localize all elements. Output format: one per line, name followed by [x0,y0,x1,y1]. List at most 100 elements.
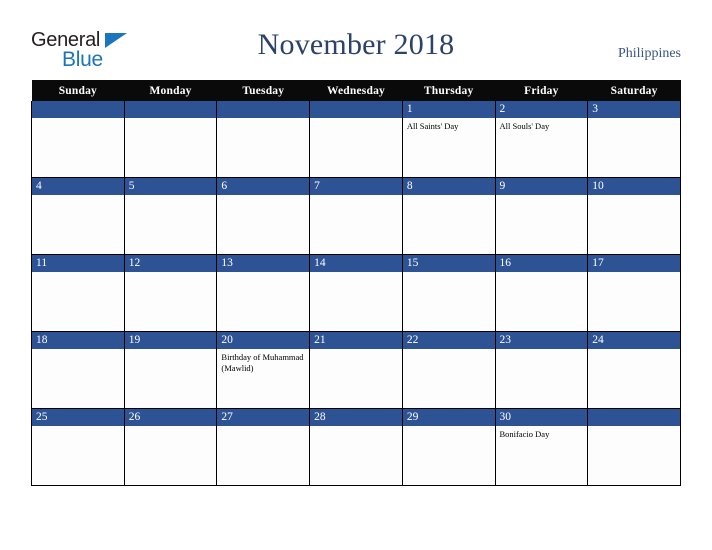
day-events [125,426,217,429]
day-number: 13 [217,255,310,272]
calendar-day-cell[interactable]: 8 [401,177,496,255]
day-number: 24 [588,332,680,349]
day-number: 9 [495,178,588,195]
day-number: 10 [588,178,680,195]
calendar-day-cell[interactable]: 23 [494,331,589,409]
calendar-week-row: 1 All Saints' Day 2 All Souls' Day 3 [31,101,681,178]
calendar-body: 1 All Saints' Day 2 All Souls' Day 3 4 5 6 7 8 9 10… [31,101,681,486]
calendar-day-cell[interactable]: 10 [587,177,681,255]
page-title: November 2018 [257,28,455,61]
day-number: 6 [217,178,310,195]
day-events [125,272,217,275]
calendar-day-cell[interactable]: 3 [587,101,681,178]
calendar-day-cell[interactable]: 13 [216,254,311,332]
day-number: 8 [402,178,495,195]
day-number: 21 [310,332,402,349]
calendar-day-cell[interactable]: 9 [494,177,589,255]
calendar-day-cell[interactable]: 21 [309,331,403,409]
calendar-day-cell[interactable]: 17 [587,254,681,332]
calendar-day-cell[interactable]: 30 Bonifacio Day [494,408,589,486]
day-events [125,118,217,121]
calendar-empty-cell [216,101,311,178]
calendar-header-row: Sunday Monday Tuesday Wednesday Thursday Frid… [31,80,681,101]
holiday-label: All Saints' Day [406,121,459,131]
day-number: 26 [124,409,217,426]
day-events [217,118,309,121]
holiday-label: Bonifacio Day [499,429,550,439]
day-number: 7 [310,178,402,195]
day-events [496,272,588,275]
day-events [32,272,124,275]
day-number [32,101,124,118]
calendar-day-cell[interactable]: 16 [494,254,589,332]
day-events [403,272,495,275]
day-events [310,272,402,275]
day-events [310,349,402,352]
calendar-day-cell[interactable]: 6 [216,177,311,255]
calendar-day-cell[interactable]: 1 All Saints' Day [401,101,496,178]
calendar-day-cell[interactable]: 22 [401,331,496,409]
day-number: 16 [495,255,588,272]
calendar-week-row: 25 26 27 28 29 30 Bonifacio Day [31,408,681,486]
calendar-day-cell[interactable]: 5 [123,177,218,255]
day-events: All Saints' Day [403,118,495,132]
day-number: 3 [588,101,680,118]
day-events [217,195,309,198]
day-number: 11 [32,255,124,272]
weekday-header-wednesday: Wednesday [309,80,403,101]
calendar-day-cell[interactable]: 15 [401,254,496,332]
day-events [588,426,680,429]
calendar-day-cell[interactable]: 18 [31,331,125,409]
day-number [124,101,217,118]
calendar-empty-cell [31,101,125,178]
day-number: 15 [402,255,495,272]
day-number: 14 [310,255,402,272]
calendar-grid: Sunday Monday Tuesday Wednesday Thursday Frid… [31,80,681,486]
calendar-day-cell[interactable]: 20 Birthday of Muhammad (Mawlid) [216,331,311,409]
weekday-header-friday: Friday [495,80,588,101]
calendar-week-row: 4 5 6 7 8 9 10 [31,177,681,255]
calendar-day-cell[interactable]: 27 [216,408,311,486]
day-number: 4 [32,178,124,195]
calendar-day-cell[interactable]: 12 [123,254,218,332]
day-events [588,272,680,275]
day-number: 12 [124,255,217,272]
calendar-day-cell[interactable]: 19 [123,331,218,409]
day-events [217,272,309,275]
day-events [32,118,124,121]
calendar-day-cell[interactable]: 4 [31,177,125,255]
day-events [310,426,402,429]
holiday-label: All Souls' Day [499,121,550,131]
country-label: Philippines [617,46,681,61]
calendar-day-cell[interactable]: 2 All Souls' Day [494,101,589,178]
calendar-day-cell[interactable]: 24 [587,331,681,409]
weekday-header-monday: Monday [124,80,217,101]
weekday-header-row: Sunday Monday Tuesday Wednesday Thursday Frid… [31,80,681,101]
day-events [125,349,217,352]
weekday-header-thursday: Thursday [402,80,496,101]
day-number: 17 [588,255,680,272]
holiday-label: Birthday of Muhammad (Mawlid) [221,352,304,373]
calendar-day-cell[interactable]: 29 [401,408,496,486]
calendar-empty-cell [123,101,218,178]
day-events [496,349,588,352]
calendar-day-cell[interactable]: 25 [31,408,125,486]
calendar-day-cell[interactable]: 11 [31,254,125,332]
calendar-day-cell[interactable]: 26 [123,408,218,486]
calendar-day-cell[interactable]: 14 [309,254,403,332]
day-number: 18 [32,332,124,349]
day-number [217,101,310,118]
day-number: 19 [124,332,217,349]
day-number [588,409,680,426]
calendar-week-row: 11 12 13 14 15 16 17 [31,254,681,332]
day-number: 27 [217,409,310,426]
calendar-week-row: 18 19 20 Birthday of Muhammad (Mawlid) 21 22 2… [31,331,681,409]
calendar-empty-cell [309,101,403,178]
day-events [403,195,495,198]
weekday-header-saturday: Saturday [587,80,681,101]
calendar-day-cell[interactable]: 7 [309,177,403,255]
calendar-day-cell[interactable]: 28 [309,408,403,486]
day-events [32,349,124,352]
day-events [496,195,588,198]
day-events [310,118,402,121]
